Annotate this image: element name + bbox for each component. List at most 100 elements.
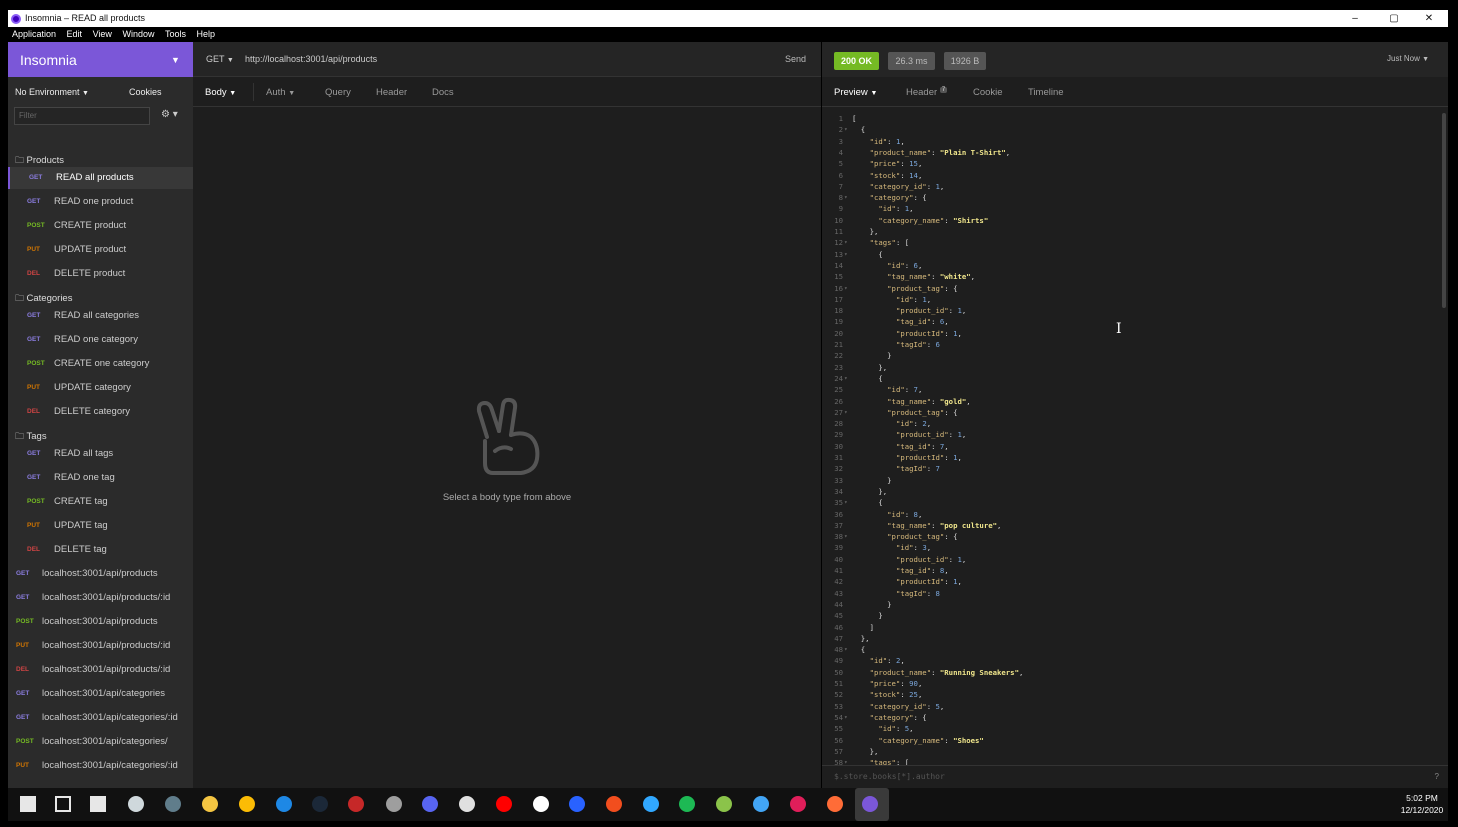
sidebar-request-item[interactable]: GET READ all categories bbox=[8, 305, 193, 327]
tool-icon[interactable] bbox=[384, 794, 404, 814]
sidebar-request-item[interactable]: GET READ all tags bbox=[8, 443, 193, 465]
sidebar-request-item[interactable]: GET localhost:3001/api/products bbox=[8, 563, 193, 585]
sidebar-request-item[interactable]: DEL DELETE tag bbox=[8, 539, 193, 561]
ghost-icon[interactable] bbox=[567, 794, 587, 814]
menu-help[interactable]: Help bbox=[197, 29, 216, 39]
file-explorer-icon[interactable] bbox=[200, 794, 220, 814]
app-icon[interactable] bbox=[457, 794, 477, 814]
code-line: 46 ] bbox=[822, 622, 1448, 633]
steam-icon[interactable] bbox=[310, 794, 330, 814]
slack-icon[interactable] bbox=[788, 794, 808, 814]
url-input[interactable]: http://localhost:3001/api/products bbox=[245, 54, 377, 64]
sidebar-request-item[interactable]: GET localhost:3001/api/products/:id bbox=[8, 587, 193, 609]
method-badge: POST bbox=[16, 738, 34, 745]
fold-arrow-icon[interactable]: ▾ bbox=[844, 644, 848, 655]
game-icon[interactable] bbox=[346, 794, 366, 814]
app-glyph bbox=[496, 796, 512, 812]
photoshop-icon[interactable] bbox=[641, 794, 661, 814]
task-view-icon[interactable] bbox=[88, 794, 108, 814]
filter-input[interactable]: Filter bbox=[14, 107, 150, 125]
sidebar-request-item[interactable]: PUT localhost:3001/api/categories/:id bbox=[8, 755, 193, 777]
tab-cookie[interactable]: Cookie bbox=[973, 87, 1003, 98]
response-filter-input[interactable]: $.store.books[*].author ? bbox=[822, 765, 1448, 788]
browser-icon[interactable] bbox=[126, 794, 146, 814]
fold-arrow-icon[interactable]: ▾ bbox=[844, 124, 848, 135]
workspace-dropdown[interactable]: Insomnia ▼ bbox=[8, 42, 193, 77]
vscode-icon[interactable] bbox=[274, 794, 294, 814]
tab-query[interactable]: Query bbox=[325, 87, 351, 98]
menu-application[interactable]: Application bbox=[12, 29, 56, 39]
calculator-icon[interactable] bbox=[163, 794, 183, 814]
method-badge: GET bbox=[27, 312, 41, 319]
menu-tools[interactable]: Tools bbox=[165, 29, 186, 39]
response-pane: Preview ▼ Header 7 Cookie Timeline 1[2 ▾ … bbox=[821, 77, 1448, 788]
figma-icon[interactable] bbox=[604, 794, 624, 814]
insomnia-icon[interactable] bbox=[855, 788, 889, 821]
close-button[interactable]: ✕ bbox=[1412, 10, 1446, 27]
start-icon[interactable] bbox=[18, 794, 38, 814]
maximize-button[interactable]: ▢ bbox=[1377, 10, 1411, 27]
sidebar-request-item[interactable]: PUT UPDATE category bbox=[8, 377, 193, 399]
spotify-icon[interactable] bbox=[677, 794, 697, 814]
sidebar-request-item[interactable]: GET localhost:3001/api/categories bbox=[8, 683, 193, 705]
menu-view[interactable]: View bbox=[93, 29, 112, 39]
sidebar-request-item[interactable]: PUT localhost:3001/api/products/:id bbox=[8, 635, 193, 657]
github-icon[interactable] bbox=[531, 794, 551, 814]
gear-icon[interactable]: ⚙ ▾ bbox=[161, 109, 178, 120]
cookies-button[interactable]: Cookies bbox=[129, 87, 162, 97]
tab-preview[interactable]: Preview ▼ bbox=[834, 87, 877, 98]
sidebar-request-item[interactable]: POST CREATE tag bbox=[8, 491, 193, 513]
sidebar-request-item[interactable]: POST localhost:3001/api/categories/ bbox=[8, 731, 193, 753]
code-line: 24 ▾ { bbox=[822, 373, 1448, 384]
sidebar-request-item[interactable]: GET READ all products bbox=[8, 167, 193, 189]
tab-response-header[interactable]: Header 7 bbox=[906, 87, 948, 98]
chrome-icon[interactable] bbox=[237, 794, 257, 814]
environment-dropdown[interactable]: No Environment ▼ bbox=[15, 87, 89, 97]
sidebar-request-item[interactable]: GET READ one product bbox=[8, 191, 193, 213]
tab-body[interactable]: Body ▼ bbox=[205, 87, 236, 98]
sidebar-request-item[interactable]: DEL DELETE category bbox=[8, 401, 193, 423]
discord-icon[interactable] bbox=[420, 794, 440, 814]
sidebar-request-item[interactable]: GET READ one category bbox=[8, 329, 193, 351]
fold-arrow-icon[interactable]: ▾ bbox=[844, 283, 848, 294]
youtube-icon[interactable] bbox=[494, 794, 514, 814]
fold-arrow-icon[interactable]: ▾ bbox=[844, 712, 848, 723]
tab-timeline[interactable]: Timeline bbox=[1028, 87, 1064, 98]
sidebar-request-item[interactable]: POST CREATE product bbox=[8, 215, 193, 237]
sidebar-request-item[interactable]: PUT UPDATE tag bbox=[8, 515, 193, 537]
terminal-icon[interactable] bbox=[751, 794, 771, 814]
fold-arrow-icon[interactable]: ▾ bbox=[844, 373, 848, 384]
code-line: 54 ▾ "category": { bbox=[822, 712, 1448, 723]
tab-header[interactable]: Header bbox=[376, 87, 407, 98]
system-clock[interactable]: 5:02 PM 12/12/2020 bbox=[1396, 792, 1448, 816]
response-json-viewer[interactable]: 1[2 ▾ {3 "id": 1, 4 "product_name": "Plain… bbox=[822, 108, 1448, 766]
help-icon[interactable]: ? bbox=[1435, 772, 1439, 781]
search-icon[interactable] bbox=[53, 794, 73, 814]
menu-window[interactable]: Window bbox=[122, 29, 154, 39]
send-button[interactable]: Send bbox=[785, 54, 806, 64]
fold-arrow-icon[interactable]: ▾ bbox=[844, 192, 848, 203]
fold-arrow-icon[interactable]: ▾ bbox=[844, 531, 848, 542]
notepad-icon[interactable] bbox=[714, 794, 734, 814]
fold-arrow-icon[interactable]: ▾ bbox=[844, 237, 848, 248]
postman-icon[interactable] bbox=[825, 794, 845, 814]
sidebar-request-item[interactable]: POST localhost:3001/api/products bbox=[8, 611, 193, 633]
scrollbar[interactable] bbox=[1442, 113, 1446, 308]
fold-arrow-icon[interactable]: ▾ bbox=[844, 407, 848, 418]
sidebar-request-item[interactable]: GET READ one tag bbox=[8, 467, 193, 489]
sidebar-request-item[interactable]: PUT UPDATE product bbox=[8, 239, 193, 261]
fold-arrow-icon[interactable]: ▾ bbox=[844, 497, 848, 508]
minimize-button[interactable]: – bbox=[1338, 10, 1372, 27]
line-number: 50 bbox=[834, 667, 843, 677]
tab-auth[interactable]: Auth ▼ bbox=[266, 87, 295, 98]
history-dropdown[interactable]: Just Now ▼ bbox=[1387, 54, 1429, 63]
menu-edit[interactable]: Edit bbox=[67, 29, 83, 39]
sidebar-request-item[interactable]: GET localhost:3001/api/categories/:id bbox=[8, 707, 193, 729]
fold-arrow-icon[interactable]: ▾ bbox=[844, 249, 848, 260]
sidebar-request-item[interactable]: DEL DELETE product bbox=[8, 263, 193, 285]
request-name: localhost:3001/api/products bbox=[42, 616, 158, 627]
sidebar-request-item[interactable]: POST CREATE one category bbox=[8, 353, 193, 375]
tab-docs[interactable]: Docs bbox=[432, 87, 454, 98]
sidebar-request-item[interactable]: DEL localhost:3001/api/products/:id bbox=[8, 659, 193, 681]
method-dropdown[interactable]: GET ▼ bbox=[206, 54, 234, 64]
